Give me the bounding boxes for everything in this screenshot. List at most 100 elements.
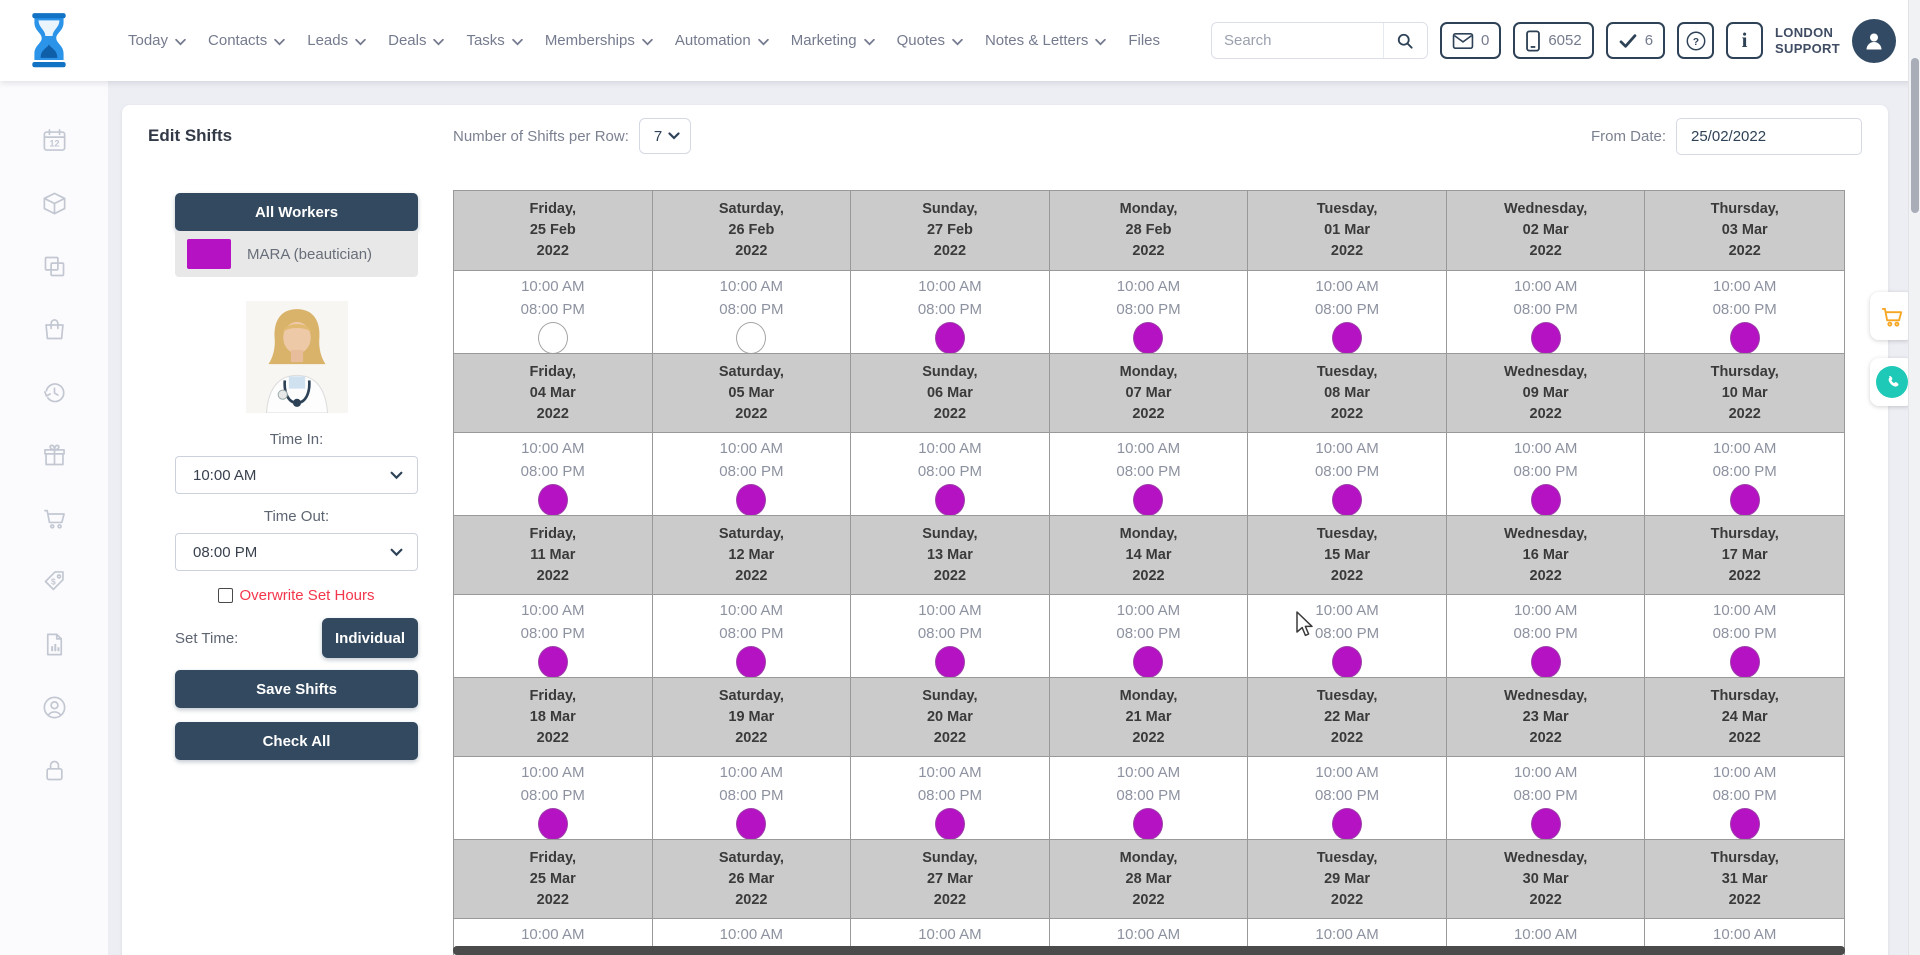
day-header-line: Saturday,: [653, 199, 851, 220]
sidebar-item-shopping-bag[interactable]: [41, 316, 68, 343]
shift-toggle[interactable]: [1531, 808, 1561, 840]
user-avatar[interactable]: [1852, 19, 1896, 63]
shift-toggle[interactable]: [1133, 484, 1163, 516]
shift-toggle[interactable]: [538, 322, 568, 354]
shift-toggle[interactable]: [1730, 322, 1760, 354]
day-header-line: 05 Mar: [653, 383, 851, 404]
info-button[interactable]: i: [1726, 22, 1763, 59]
shift-toggle[interactable]: [1730, 646, 1760, 678]
worker-list-item[interactable]: MARA (beautician): [175, 231, 418, 277]
from-date-input[interactable]: [1676, 118, 1862, 155]
day-header-line: Sunday,: [851, 362, 1049, 383]
shift-toggle[interactable]: [736, 808, 766, 840]
sidebar-item-calendar[interactable]: 12: [41, 127, 68, 154]
shift-toggle[interactable]: [935, 646, 965, 678]
sidebar-item-gift[interactable]: [41, 442, 68, 469]
shift-toggle[interactable]: [538, 484, 568, 516]
sidebar-item-duplicate[interactable]: [41, 253, 68, 280]
shift-toggle[interactable]: [1730, 808, 1760, 840]
nav-item-automation[interactable]: Automation: [675, 32, 769, 49]
nav-item-contacts[interactable]: Contacts: [208, 32, 285, 49]
mail-button[interactable]: 0: [1440, 22, 1501, 59]
cart-icon: [41, 519, 68, 536]
nav-item-quotes[interactable]: Quotes: [897, 32, 963, 49]
day-header-line: 21 Mar: [1050, 707, 1248, 728]
day-header: Thursday,17 Mar2022: [1645, 515, 1844, 595]
nav-item-deals[interactable]: Deals: [388, 32, 444, 49]
shift-cell: 10:00 AM08:00 PM: [1447, 271, 1646, 354]
day-header: Tuesday,08 Mar2022: [1248, 353, 1447, 433]
shift-time-out: 08:00 PM: [1248, 298, 1446, 321]
shift-toggle[interactable]: [1133, 646, 1163, 678]
shift-toggle[interactable]: [1332, 646, 1362, 678]
shift-cell: 10:00 AM08:00 PM: [1447, 433, 1646, 516]
sidebar-item-report[interactable]: [41, 631, 68, 658]
shift-toggle[interactable]: [1133, 808, 1163, 840]
sidebar-item-account[interactable]: [41, 694, 68, 721]
calls-button[interactable]: 6052: [1513, 22, 1593, 59]
time-out-select[interactable]: 08:00 PM: [175, 533, 418, 571]
save-shifts-button[interactable]: Save Shifts: [175, 670, 418, 708]
shift-toggle[interactable]: [1332, 808, 1362, 840]
nav-item-label: Leads: [307, 32, 348, 49]
shift-toggle[interactable]: [736, 646, 766, 678]
shift-time-out: 08:00 PM: [1050, 622, 1248, 645]
sidebar-item-products[interactable]: [41, 190, 68, 217]
shift-toggle[interactable]: [1531, 484, 1561, 516]
day-header: Thursday,24 Mar2022: [1645, 677, 1844, 757]
sidebar-item-cart[interactable]: [41, 505, 68, 532]
shifts-per-row-select[interactable]: 7: [639, 118, 691, 154]
app-logo[interactable]: [24, 11, 74, 71]
sidebar-item-history[interactable]: [41, 379, 68, 406]
day-header-line: 2022: [1248, 241, 1446, 262]
shift-time-in: 10:00 AM: [1645, 275, 1844, 298]
horizontal-scrollbar[interactable]: [453, 946, 1845, 955]
nav-item-files[interactable]: Files: [1128, 32, 1160, 49]
shift-toggle[interactable]: [538, 646, 568, 678]
scrollbar-thumb[interactable]: [1911, 58, 1919, 213]
shift-toggle[interactable]: [1730, 484, 1760, 516]
search-icon[interactable]: [1383, 23, 1427, 58]
shift-toggle[interactable]: [935, 322, 965, 354]
tasks-button[interactable]: 6: [1606, 22, 1665, 59]
shift-toggle[interactable]: [1332, 484, 1362, 516]
shift-toggle[interactable]: [935, 484, 965, 516]
shift-time-out: 08:00 PM: [851, 784, 1049, 807]
worker-color-swatch: [187, 239, 231, 269]
nav-item-marketing[interactable]: Marketing: [791, 32, 875, 49]
nav-item-leads[interactable]: Leads: [307, 32, 366, 49]
time-in-select[interactable]: 10:00 AM: [175, 456, 418, 494]
shift-toggle[interactable]: [935, 808, 965, 840]
shift-toggle[interactable]: [1332, 322, 1362, 354]
shift-toggle[interactable]: [538, 808, 568, 840]
nav-item-today[interactable]: Today: [128, 32, 186, 49]
day-header-line: 2022: [1050, 404, 1248, 425]
calendar-icon: 12: [41, 141, 68, 158]
shift-toggle[interactable]: [1531, 646, 1561, 678]
search-input[interactable]: [1212, 32, 1383, 49]
day-header-line: 2022: [1248, 728, 1446, 749]
from-date-label: From Date:: [1591, 128, 1666, 145]
shift-time-out: 08:00 PM: [1447, 298, 1645, 321]
nav-item-notes-letters[interactable]: Notes & Letters: [985, 32, 1106, 49]
shift-toggle[interactable]: [736, 484, 766, 516]
day-header-line: Wednesday,: [1447, 362, 1645, 383]
shift-time-in: 10:00 AM: [1050, 599, 1248, 622]
overwrite-checkbox[interactable]: [218, 588, 233, 603]
check-all-button[interactable]: Check All: [175, 722, 418, 760]
nav-item-memberships[interactable]: Memberships: [545, 32, 653, 49]
nav-item-tasks[interactable]: Tasks: [466, 32, 522, 49]
day-header-line: 2022: [851, 566, 1049, 587]
day-header: Saturday,12 Mar2022: [653, 515, 852, 595]
sidebar-item-price-tag[interactable]: $: [41, 568, 68, 595]
all-workers-button[interactable]: All Workers: [175, 193, 418, 231]
sidebar-item-lock[interactable]: [41, 757, 68, 784]
shift-toggle[interactable]: [736, 322, 766, 354]
day-header-line: 2022: [653, 566, 851, 587]
help-button[interactable]: ?: [1677, 22, 1714, 59]
shift-toggle[interactable]: [1133, 322, 1163, 354]
shift-toggle[interactable]: [1531, 322, 1561, 354]
individual-button[interactable]: Individual: [322, 618, 418, 658]
vertical-scrollbar[interactable]: [1908, 0, 1920, 955]
day-header-line: 2022: [454, 890, 652, 911]
